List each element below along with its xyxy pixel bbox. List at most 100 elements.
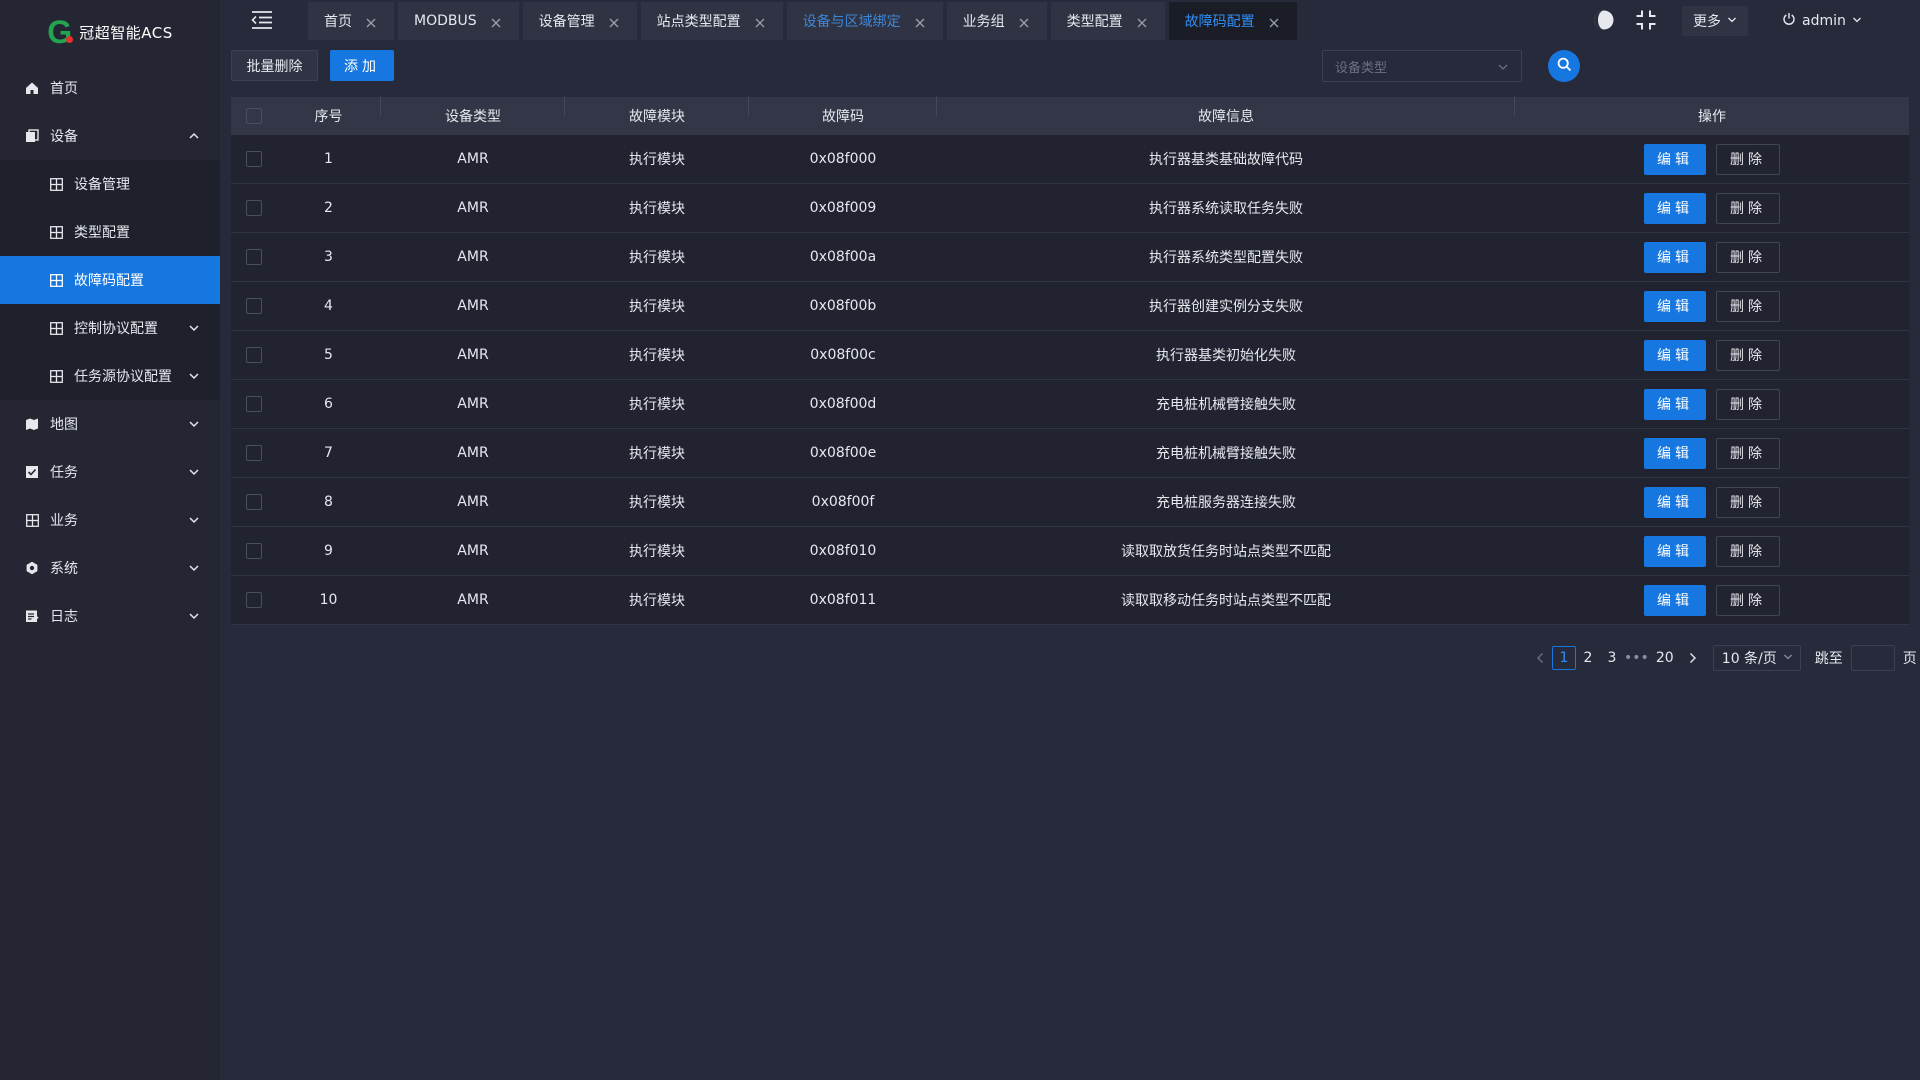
sidebar-item-device-management[interactable]: 设备管理 — [0, 160, 220, 208]
edit-button[interactable]: 编辑 — [1644, 437, 1706, 469]
close-icon[interactable] — [366, 16, 376, 28]
row-checkbox[interactable] — [245, 494, 262, 510]
app-logo[interactable]: G 冠超智能ACS — [0, 0, 220, 64]
prev-page-button[interactable] — [1528, 646, 1552, 670]
cell-fault-module: 执行模块 — [629, 446, 685, 462]
sidebar-item-task-source-protocol[interactable]: 任务源协议配置 — [0, 352, 220, 400]
close-icon[interactable] — [755, 16, 765, 28]
row-checkbox[interactable] — [245, 396, 262, 412]
edit-button[interactable]: 编辑 — [1644, 241, 1706, 273]
edit-button[interactable]: 编辑 — [1644, 339, 1706, 371]
add-button[interactable]: 添加 — [330, 50, 394, 81]
device-type-select[interactable]: 设备类型 — [1322, 50, 1522, 82]
delete-button[interactable]: 删除 — [1716, 584, 1780, 616]
tab-fault-code-config[interactable]: 故障码配置 — [1168, 2, 1297, 40]
page-ellipsis[interactable]: ••• — [1624, 646, 1649, 670]
delete-button[interactable]: 删除 — [1716, 143, 1780, 175]
header-index: 序号 — [276, 96, 381, 126]
edit-button[interactable]: 编辑 — [1644, 290, 1706, 322]
tab-modbus[interactable]: MODBUS — [398, 2, 519, 40]
edit-button[interactable]: 编辑 — [1644, 535, 1706, 567]
sidebar-item-business[interactable]: 业务 — [0, 496, 220, 544]
edit-button[interactable]: 编辑 — [1644, 192, 1706, 224]
sidebar-item-fault-code-config[interactable]: 故障码配置 — [0, 256, 220, 304]
delete-button[interactable]: 删除 — [1716, 486, 1780, 518]
cell-fault-info: 执行器基类初始化失败 — [1156, 348, 1296, 364]
sidebar-item-home[interactable]: 首页 — [0, 64, 220, 112]
row-checkbox[interactable] — [245, 347, 262, 363]
user-menu[interactable]: admin — [1782, 6, 1862, 36]
exit-fullscreen-icon[interactable] — [1635, 9, 1657, 31]
edit-button[interactable]: 编辑 — [1644, 486, 1706, 518]
sidebar-item-label: 设备管理 — [74, 177, 130, 193]
page-2-button[interactable]: 2 — [1576, 646, 1600, 670]
row-checkbox[interactable] — [245, 151, 262, 167]
table-row: 6 AMR 执行模块 0x08f00d 充电桩机械臂接触失败 编辑 删除 — [231, 380, 1909, 429]
row-checkbox[interactable] — [245, 298, 262, 314]
device-submenu: 设备管理 类型配置 故障码配置 控制协议配置 任务源协议配置 — [0, 160, 220, 400]
edit-button[interactable]: 编辑 — [1644, 584, 1706, 616]
select-all-checkbox[interactable] — [245, 108, 262, 124]
sidebar: G 冠超智能ACS 首页 设备 设备管理 类型配置 故障码配置 控制协议配置 任… — [0, 0, 220, 1080]
close-icon[interactable] — [491, 16, 501, 28]
row-checkbox[interactable] — [245, 200, 262, 216]
page-3-button[interactable]: 3 — [1600, 646, 1624, 670]
delete-button[interactable]: 删除 — [1716, 290, 1780, 322]
page-size-select[interactable]: 10 条/页 — [1712, 645, 1801, 671]
tab-device-management[interactable]: 设备管理 — [522, 2, 637, 40]
close-icon[interactable] — [915, 16, 925, 28]
sidebar-item-system[interactable]: 系统 — [0, 544, 220, 592]
close-icon[interactable] — [1137, 16, 1147, 28]
delete-button[interactable]: 删除 — [1716, 388, 1780, 420]
tab-home[interactable]: 首页 — [308, 2, 394, 40]
tab-device-area-binding[interactable]: 设备与区域绑定 — [786, 2, 943, 40]
sidebar-item-log[interactable]: 日志 — [0, 592, 220, 640]
app-name: 冠超智能ACS — [79, 23, 173, 42]
batch-delete-button[interactable]: 批量删除 — [231, 50, 318, 81]
edit-button[interactable]: 编辑 — [1644, 388, 1706, 420]
chevron-down-icon — [188, 610, 200, 622]
tab-business-group[interactable]: 业务组 — [946, 2, 1047, 40]
close-icon[interactable] — [1269, 16, 1279, 28]
tab-type-config[interactable]: 类型配置 — [1050, 2, 1165, 40]
delete-button[interactable]: 删除 — [1716, 437, 1780, 469]
sidebar-item-map[interactable]: 地图 — [0, 400, 220, 448]
close-icon[interactable] — [609, 16, 619, 28]
next-page-button[interactable] — [1681, 646, 1705, 670]
more-dropdown-button[interactable]: 更多 — [1682, 6, 1748, 36]
page-last-button[interactable]: 20 — [1649, 646, 1681, 670]
theme-toggle-icon[interactable] — [1593, 9, 1615, 31]
sidebar-item-device[interactable]: 设备 — [0, 112, 220, 160]
delete-button[interactable]: 删除 — [1716, 535, 1780, 567]
sidebar-item-control-protocol[interactable]: 控制协议配置 — [0, 304, 220, 352]
row-checkbox[interactable] — [245, 543, 262, 559]
sidebar-item-label: 日志 — [50, 609, 78, 625]
cell-fault-module: 执行模块 — [629, 495, 685, 511]
page-1-button[interactable]: 1 — [1552, 646, 1576, 670]
tab-bar: 首页 MODBUS 设备管理 站点类型配置 设备与区域绑定 业务组 类型配置 故… — [308, 2, 1297, 42]
delete-button[interactable]: 删除 — [1716, 192, 1780, 224]
menu-collapse-icon[interactable] — [250, 10, 274, 32]
map-icon — [24, 416, 40, 432]
sidebar-item-type-config[interactable]: 类型配置 — [0, 208, 220, 256]
edit-button[interactable]: 编辑 — [1644, 143, 1706, 175]
cell-fault-code: 0x08f009 — [809, 200, 877, 216]
row-checkbox[interactable] — [245, 249, 262, 265]
jump-page-input[interactable] — [1850, 645, 1895, 671]
tab-station-type-config[interactable]: 站点类型配置 — [640, 2, 783, 40]
delete-button[interactable]: 删除 — [1716, 241, 1780, 273]
row-checkbox[interactable] — [245, 592, 262, 608]
header-fault-info: 故障信息 — [937, 96, 1515, 126]
cell-operations: 编辑 删除 — [1515, 535, 1909, 567]
cell-fault-info: 执行器系统类型配置失败 — [1149, 250, 1303, 266]
delete-button[interactable]: 删除 — [1716, 339, 1780, 371]
cell-fault-module: 执行模块 — [629, 593, 685, 609]
cell-device-type: AMR — [457, 396, 489, 412]
cell-index: 3 — [324, 249, 333, 265]
search-button[interactable] — [1548, 50, 1580, 82]
cell-operations: 编辑 删除 — [1515, 241, 1909, 273]
close-icon[interactable] — [1019, 16, 1029, 28]
sidebar-item-task[interactable]: 任务 — [0, 448, 220, 496]
row-checkbox[interactable] — [245, 445, 262, 461]
cell-device-type: AMR — [457, 543, 489, 559]
